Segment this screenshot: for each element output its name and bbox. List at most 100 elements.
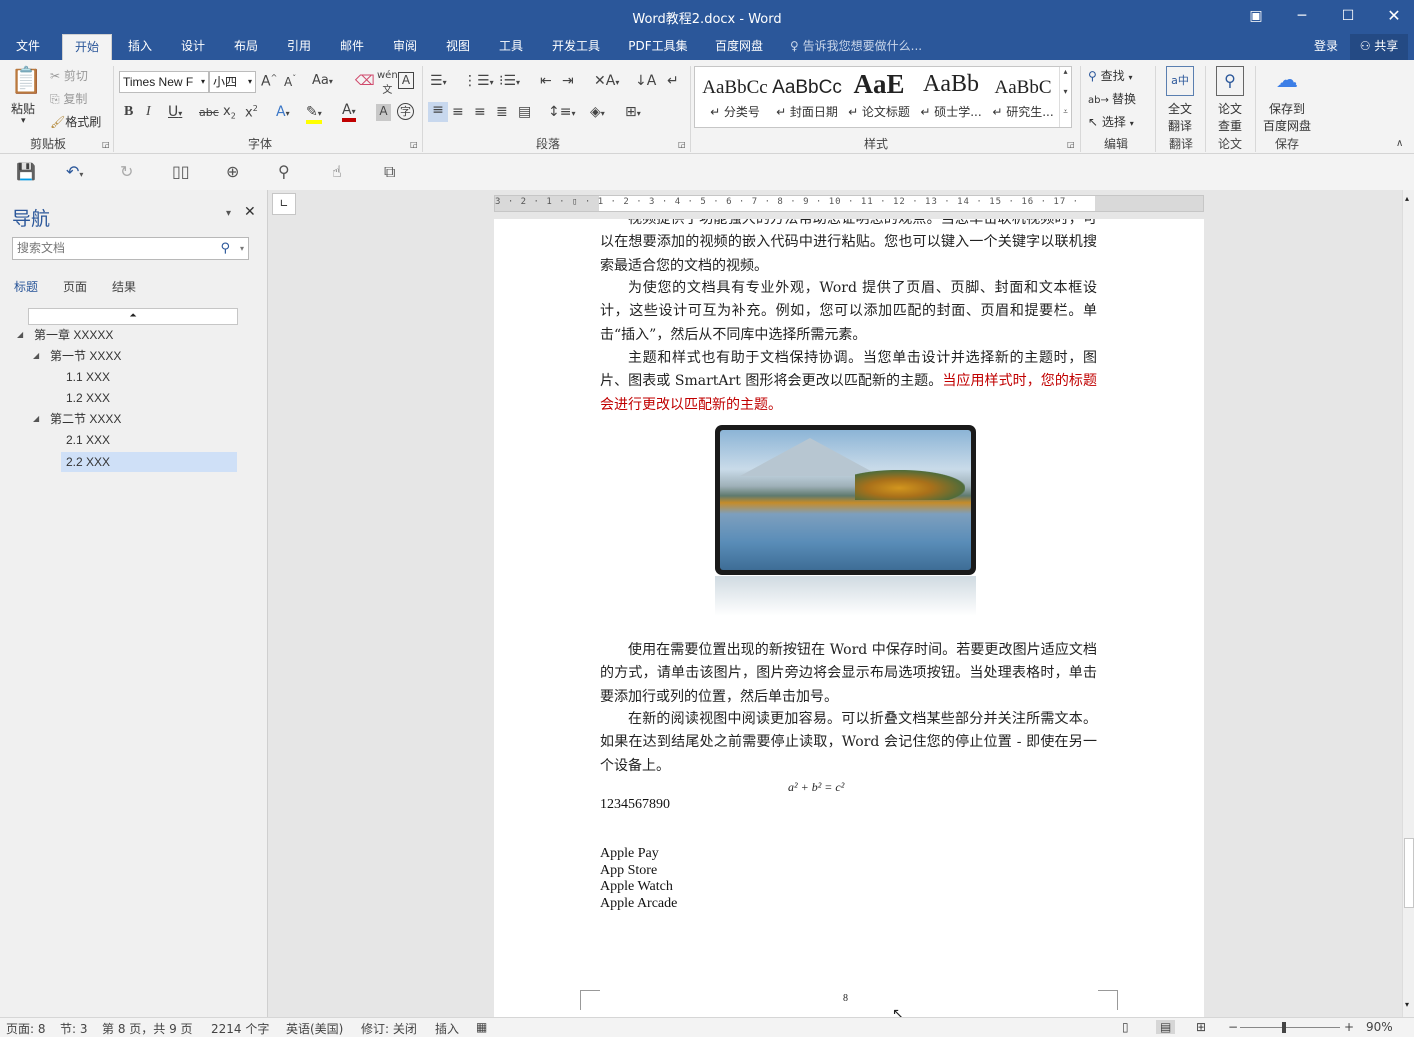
customize-qat-icon[interactable]: ⧉ [384,162,395,182]
web-layout-view-icon[interactable]: ⊞ [1196,1020,1206,1034]
document-page[interactable]: 视频提供了功能强大的方法帮助您证明您的观点。当您单击联机视频时，可以在想要添加的… [494,219,1204,1017]
equation[interactable]: a² + b² = c² [788,780,844,795]
nav-tab-pages[interactable]: 页面 [63,278,87,295]
italic-icon[interactable]: I [146,104,151,120]
paste-dropdown-icon[interactable]: ▾ [21,116,26,126]
print-layout-view-icon[interactable]: ▤ [1156,1020,1176,1034]
vertical-scrollbar[interactable]: ▴ ▾ [1402,190,1414,1017]
scrollbar-thumb[interactable] [1404,838,1414,908]
numbering-icon[interactable]: ⋮☰▾ [463,73,494,89]
number-line[interactable]: 1234567890 [600,796,670,813]
tab-tools[interactable]: 工具 [489,34,533,60]
paper-check-button[interactable]: 论文 查重 [1216,100,1244,134]
scroll-up-icon[interactable]: ▴ [1059,67,1071,87]
font-name-box[interactable]: Times New F ▾ [119,71,209,93]
paragraph[interactable]: 视频提供了功能强大的方法帮助您证明您的观点。当您单击联机视频时，可以在想要添加的… [600,219,1097,278]
nav-options-icon[interactable]: ▾ [226,208,231,219]
heading-item-selected[interactable]: 2.2 XXX [61,452,237,472]
collapse-arrow-icon[interactable]: ◢ [33,351,39,360]
read-mode-icon[interactable]: ▯▯ [172,162,190,181]
tab-pdf-tools[interactable]: PDF工具集 [622,34,694,60]
redo-icon[interactable]: ↻ [120,162,133,181]
change-case-button[interactable]: Aa▾ [312,73,333,88]
superscript-icon[interactable]: x2 [245,104,258,120]
heading-item[interactable]: 1.1 XXX [66,367,110,387]
tab-mailings[interactable]: 邮件 [330,34,374,60]
bold-icon[interactable]: B [124,104,133,120]
character-shading-icon[interactable]: A [376,104,391,121]
bullets-icon[interactable]: ☰▾ [430,73,447,89]
character-border-icon[interactable]: A [398,72,414,89]
touch-mode-icon[interactable]: ☝ [332,162,342,181]
phonetic-guide-icon[interactable]: wén 文 [377,70,398,96]
status-track-changes[interactable]: 修订: 关闭 [361,1020,417,1037]
style-item[interactable]: AaE ↵ 论文标题 [843,67,915,127]
font-size-box[interactable]: 小四 ▾ [209,71,256,93]
heading-item[interactable]: 第二节 XXXX [50,409,121,429]
paragraph-launcher-icon[interactable]: ◲ [678,140,686,149]
tab-review[interactable]: 审阅 [383,34,427,60]
status-word-count[interactable]: 2214 个字 [211,1020,269,1037]
paste-button[interactable]: 粘贴 [11,100,35,117]
collapse-arrow-icon[interactable]: ◢ [17,330,23,339]
status-insert-mode[interactable]: 插入 [435,1020,459,1037]
font-color-icon[interactable]: A▾ [342,102,356,122]
scroll-down-icon[interactable]: ▾ [1405,1000,1409,1009]
list-item[interactable]: Apple Watch [600,878,673,895]
paragraph[interactable]: 主题和样式也有助于文档保持协调。当您单击设计并选择新的主题时，图片、图表或 Sm… [600,347,1097,417]
tab-layout[interactable]: 布局 [224,34,268,60]
heading-item[interactable]: 1.2 XXX [66,388,110,408]
web-layout-icon[interactable]: ⊕ [226,162,239,181]
shading-icon[interactable]: ◈▾ [590,104,605,120]
translate-document-icon[interactable]: a中 [1166,66,1194,96]
maximize-icon[interactable]: ☐ [1328,4,1368,28]
paste-icon[interactable]: 📋 [10,66,42,96]
nav-tab-headings[interactable]: 标题 [14,278,38,295]
list-item[interactable]: App Store [600,862,657,879]
select-button[interactable]: ↖ 选择 ▾ [1088,113,1134,130]
save-icon[interactable]: 💾 [16,162,36,181]
style-item[interactable]: AaBbCc ↵ 分类号 [699,67,771,127]
enclose-characters-icon[interactable]: 字 [397,103,414,120]
highlight-icon[interactable]: ✎▾ [306,104,322,124]
zoom-level[interactable]: 90% [1366,1020,1393,1034]
landscape-image[interactable] [715,425,976,575]
paragraph[interactable]: 在新的阅读视图中阅读更加容易。可以折叠文档某些部分并关注所需文本。如果在达到结尾… [600,708,1097,778]
status-section[interactable]: 节: 3 [60,1020,88,1037]
collapse-arrow-icon[interactable]: ◢ [33,414,39,423]
tab-developer[interactable]: 开发工具 [542,34,610,60]
login-link[interactable]: 登录 [1306,34,1346,60]
heading-item[interactable]: 第一章 XXXXX [34,325,113,345]
zoom-slider[interactable] [1240,1027,1340,1028]
align-center-icon[interactable]: ≡ [452,104,464,120]
zoom-in-icon[interactable]: + [1344,1020,1354,1034]
plagiarism-check-icon[interactable]: ⚲ [1216,66,1244,96]
find-button[interactable]: ⚲ 查找 ▾ [1088,67,1132,84]
tab-references[interactable]: 引用 [277,34,321,60]
tab-insert[interactable]: 插入 [118,34,162,60]
nav-tab-results[interactable]: 结果 [112,278,136,295]
style-item[interactable]: AaBbC ↵ 研究生... [987,67,1059,127]
cut-button[interactable]: ✂ 剪切 [50,67,88,84]
distributed-icon[interactable]: ▤ [518,104,531,120]
paragraph[interactable]: 为使您的文档具有专业外观，Word 提供了页眉、页脚、封面和文本框设计，这些设计… [600,277,1097,347]
heading-item[interactable]: 第一节 XXXX [50,346,121,366]
clear-formatting-icon[interactable]: ⌫ [355,73,375,89]
close-icon[interactable]: ✕ [1374,4,1414,28]
chevron-down-icon[interactable]: ▾ [240,238,244,259]
tab-home[interactable]: 开始 [62,34,112,60]
format-painter-button[interactable]: 🖌格式刷 [50,113,101,130]
tab-baidu-netdisk[interactable]: 百度网盘 [706,34,772,60]
status-page[interactable]: 页面: 8 [6,1020,46,1037]
close-icon[interactable]: ✕ [244,204,256,220]
font-launcher-icon[interactable]: ◲ [410,140,418,149]
style-item[interactable]: AaBb ↵ 硕士学... [915,67,987,127]
heading-item[interactable]: 2.1 XXX [66,430,110,450]
scroll-up-icon[interactable]: ▴ [1405,194,1409,203]
style-item[interactable]: AaBbCc ↵ 封面日期 [771,67,843,127]
collapse-ribbon-icon[interactable]: ∧ [1396,138,1403,149]
strikethrough-icon[interactable]: abc [199,106,219,119]
print-preview-icon[interactable]: ⚲ [278,162,290,181]
grow-font-icon[interactable]: A^ [261,73,277,90]
tab-file[interactable]: 文件 [6,34,50,60]
